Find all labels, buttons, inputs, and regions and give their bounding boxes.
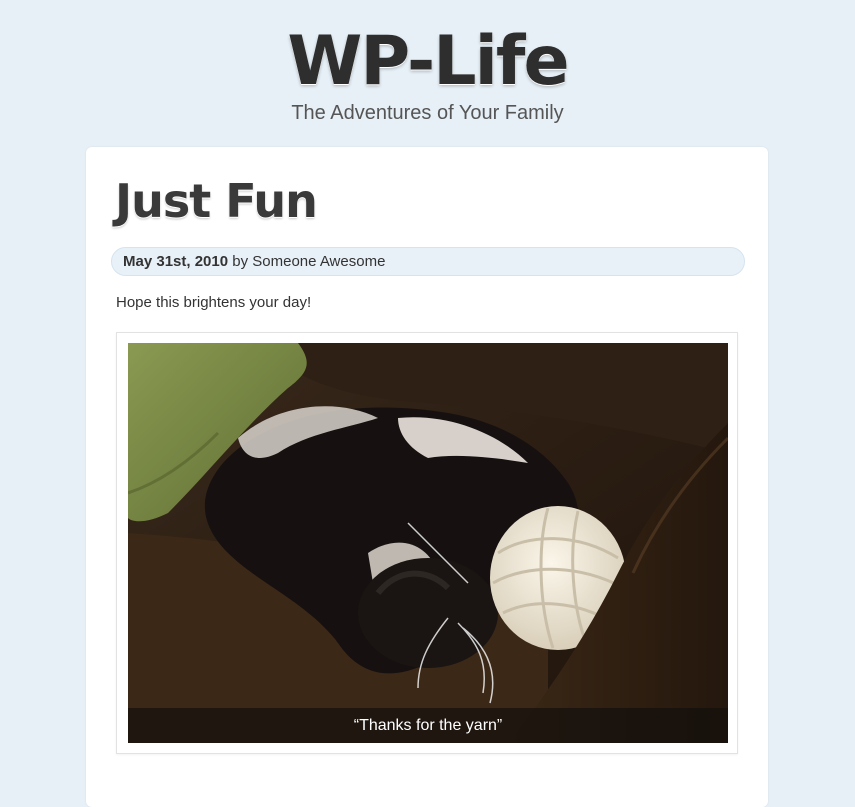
site-title[interactable]: WP-Life: [0, 22, 855, 102]
image-caption: “Thanks for the yarn”: [128, 708, 728, 743]
site-tagline: The Adventures of Your Family: [291, 102, 564, 124]
post-by-label: by: [232, 253, 249, 270]
post-body-text: Hope this brightens your day!: [116, 294, 312, 311]
post-meta-bar: May 31st, 2010 by Someone Awesome: [111, 247, 745, 276]
post-image-frame: “Thanks for the yarn”: [116, 332, 738, 754]
cat-photo[interactable]: “Thanks for the yarn”: [128, 343, 728, 743]
post-title[interactable]: Just Fun: [115, 173, 318, 229]
post-card: Just Fun May 31st, 2010 by Someone Aweso…: [86, 147, 768, 807]
post-date: May 31st, 2010: [123, 253, 229, 270]
post-author[interactable]: Someone Awesome: [252, 253, 385, 270]
cat-photo-illustration: [128, 343, 728, 743]
